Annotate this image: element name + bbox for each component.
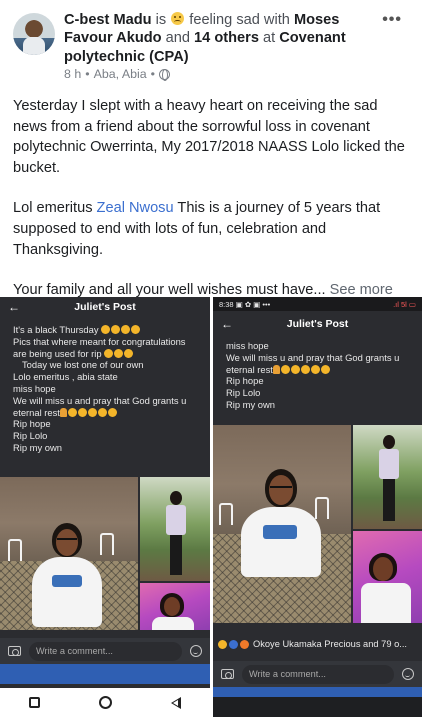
author-name[interactable]: C-best Madu [64,12,152,28]
message-line: Rip Lolo [13,430,48,442]
status-left: 8:38 ▣ ✿ ▣ ••• [219,300,270,309]
screenshot-post-bar: ← Juliet's Post [0,297,210,317]
emoji-icon[interactable] [190,645,202,657]
message-line: It's a black Thursday [13,324,202,336]
message-line: eternal rest [13,407,202,419]
message-line: Rip Lolo [226,387,261,399]
status-signal-icon: .ıl 5l ▭ [393,299,416,309]
post-body: Yesterday I slept with a heavy heart on … [13,96,413,321]
comment-input[interactable]: Write a comment... [242,664,394,684]
home-icon[interactable] [98,696,112,709]
screenshot-message: It's a black Thursday Pics that where me… [0,317,210,454]
message-line: Rip hope [226,375,264,387]
side-photo-bottom[interactable] [140,583,210,630]
left-screenshot-image[interactable]: ← Juliet's Post It's a black Thursday Pi… [0,297,210,717]
screenshot-post-bar: ← Juliet's Post [213,311,422,337]
message-line: miss hope [226,340,269,351]
meta-separator: • [150,67,155,81]
post-meta: 8 h • Aba, Abia • [64,67,170,81]
message-line: Rip hope [13,418,51,430]
at-text: at [258,30,280,47]
comment-bar: Write a comment... [0,638,210,664]
wow-reaction-icon [240,639,249,649]
like-reaction-icon [229,639,238,649]
main-photo[interactable] [0,477,138,630]
meta-separator: • [85,67,90,81]
paragraph-text: Lol emeritus [13,200,97,217]
blue-bar [213,687,422,697]
message-line: Rip my own [13,441,62,453]
status-time: 8:38 [219,299,234,309]
and-text: and [161,30,195,47]
message-line: miss hope [13,382,56,394]
message-line: Pics that where meant for congratulation… [13,335,186,347]
message-line: Rip my own [226,398,275,410]
emoji-icon[interactable] [402,668,414,680]
screenshot-message: miss hope We will miss u and pray that G… [213,337,422,411]
mention-link[interactable]: Zeal Nwosu [97,200,174,216]
is-text: is [151,12,171,28]
post-header: C-best Madu is feeling sad with Moses Fa… [0,0,422,88]
feeling-text: feeling sad with [185,12,294,28]
side-photo-top[interactable] [353,425,422,529]
message-line: We will miss u and pray that God grants … [226,351,400,363]
camera-icon[interactable] [221,669,234,679]
back-triangle-icon[interactable] [170,696,181,709]
post-paragraph-1: Yesterday I slept with a heavy heart on … [13,98,405,176]
post-paragraph-2: Lol emeritus Zeal Nwosu This is a journe… [13,198,413,260]
message-line: Lolo emeritus , abia state [13,371,118,383]
more-options-icon[interactable]: ••• [382,11,402,29]
main-photo[interactable] [213,425,351,623]
android-nav-bar [0,688,210,717]
blue-bar [0,664,210,684]
comment-bar: Write a comment... [213,661,422,687]
phone-status-bar: 8:38 ▣ ✿ ▣ ••• .ıl 5l ▭ [213,297,422,311]
screenshot-post-title: Juliet's Post [286,318,349,330]
nav-area [213,697,422,717]
right-screenshot-image[interactable]: 8:38 ▣ ✿ ▣ ••• .ıl 5l ▭ ← Juliet's Post … [213,297,422,717]
others-link[interactable]: 14 others [194,30,259,46]
back-arrow-icon: ← [221,317,233,331]
paragraph-text: Your family and all your well wishes mus… [13,282,330,299]
photo-collage [0,477,210,630]
comment-input[interactable]: Write a comment... [29,641,182,661]
reactions-text[interactable]: Okoye Ukamaka Precious and 79 o... [253,639,407,649]
author-avatar[interactable] [13,13,55,55]
sad-reaction-icon [218,639,227,649]
post-header-text: C-best Madu is feeling sad with Moses Fa… [64,11,364,66]
side-photo-bottom[interactable] [353,531,422,623]
reactions-summary[interactable]: Okoye Ukamaka Precious and 79 o... [213,635,422,653]
sad-emoji-icon [171,12,185,25]
post-time[interactable]: 8 h [64,67,81,81]
recent-apps-icon[interactable] [29,697,41,708]
message-line: We will miss u and pray that God grants … [13,394,187,406]
message-line: are being used for rip [13,348,202,360]
side-photo-top[interactable] [140,477,210,581]
post-place[interactable]: Aba, Abia [94,67,147,81]
camera-icon[interactable] [8,646,21,656]
message-line: eternal rest [226,364,414,376]
status-icons: ▣ ✿ ▣ ••• [235,299,271,309]
message-line: Today we lost one of our own [22,359,144,371]
globe-icon [158,68,170,81]
see-more-link[interactable]: See more [330,282,393,298]
back-arrow-icon: ← [8,300,20,314]
screenshot-post-title: Juliet's Post [74,301,136,313]
photo-collage [213,425,422,623]
